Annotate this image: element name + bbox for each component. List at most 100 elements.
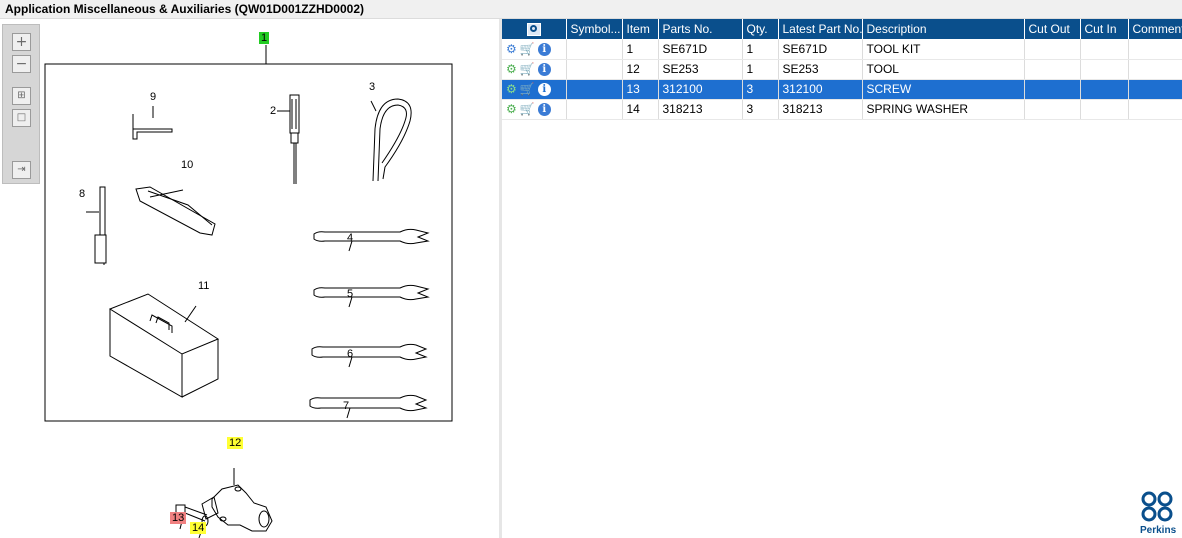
tool-box-drawing <box>108 293 220 398</box>
callout-7[interactable]: 7 <box>341 400 351 412</box>
cart-icon[interactable]: 🛒 <box>520 82 535 96</box>
cell-latest-part-no: 318213 <box>778 99 863 120</box>
spanner-4-drawing <box>313 228 430 252</box>
cell-symbol <box>566 79 623 100</box>
cart-icon[interactable]: 🛒 <box>520 102 535 116</box>
spanner-6-drawing <box>311 343 428 368</box>
cell-cut-in <box>1080 79 1129 100</box>
callout-9[interactable]: 9 <box>148 91 158 103</box>
cell-cut-in <box>1080 39 1129 60</box>
gear-icon[interactable]: ⚙ <box>506 102 517 116</box>
info-icon[interactable]: i <box>537 82 551 96</box>
column-header-latest-part-no[interactable]: Latest Part No. <box>778 19 863 39</box>
cell-item: 13 <box>622 79 659 100</box>
cell-latest-part-no: SE253 <box>778 59 863 80</box>
table-row-selected[interactable]: ⚙ 🛒 i 13 312100 3 312100 SCREW <box>502 79 1182 100</box>
callout-13[interactable]: 13 <box>170 512 187 524</box>
callout-5[interactable]: 5 <box>345 288 355 300</box>
cell-comment <box>1128 59 1182 80</box>
row-actions: ⚙ 🛒 i <box>502 99 567 120</box>
cell-item: 12 <box>622 59 659 80</box>
row-actions: ⚙ 🛒 i <box>502 79 567 100</box>
illustration-pane[interactable]: + − ⊞ □ ⇥ 1 2 3 4 5 6 7 8 9 10 11 12 13 … <box>0 19 499 538</box>
pliers-drawing <box>135 186 216 236</box>
cell-description: TOOL KIT <box>862 39 1025 60</box>
cell-part-no: SE253 <box>658 59 743 80</box>
hook-drawing <box>372 98 412 182</box>
cell-cut-out <box>1024 59 1081 80</box>
column-header-comment[interactable]: Comment <box>1128 19 1182 39</box>
column-header-item[interactable]: Item <box>622 19 659 39</box>
cell-cut-in <box>1080 99 1129 120</box>
column-header-cut-out[interactable]: Cut Out <box>1024 19 1081 39</box>
callout-3[interactable]: 3 <box>367 81 377 93</box>
parts-list-table: Symbol... Item Parts No. Qty. Latest Par… <box>502 19 1182 120</box>
cell-qty: 3 <box>742 99 779 120</box>
cell-description: TOOL <box>862 59 1025 80</box>
cell-comment <box>1128 99 1182 120</box>
column-header-tools[interactable] <box>502 19 567 39</box>
callout-14[interactable]: 14 <box>190 522 207 534</box>
window-titlebar: Application Miscellaneous & Auxiliaries … <box>0 0 1182 19</box>
info-icon[interactable]: i <box>537 102 551 116</box>
table-row[interactable]: ⚙ 🛒 i 1 SE671D 1 SE671D TOOL KIT <box>502 39 1182 60</box>
cell-qty: 1 <box>742 39 779 60</box>
gear-icon[interactable]: ⚙ <box>506 82 517 96</box>
spanner-7-drawing <box>309 394 428 419</box>
column-header-symbol[interactable]: Symbol... <box>566 19 623 39</box>
info-icon[interactable]: i <box>537 62 551 76</box>
cell-latest-part-no: SE671D <box>778 39 863 60</box>
gear-icon[interactable]: ⚙ <box>506 62 517 76</box>
cell-cut-out <box>1024 99 1081 120</box>
cell-comment <box>1128 79 1182 100</box>
cell-cut-out <box>1024 79 1081 100</box>
spanner-vertical-drawing <box>86 186 107 265</box>
callout-12[interactable]: 12 <box>227 437 244 449</box>
perkins-logo: Perkins <box>1138 490 1182 538</box>
brand-name: Perkins <box>1140 525 1177 536</box>
callout-4[interactable]: 4 <box>345 232 355 244</box>
tool-assembly-drawing <box>201 468 273 532</box>
callout-10[interactable]: 10 <box>179 159 195 171</box>
callout-2[interactable]: 2 <box>268 105 278 117</box>
cell-symbol <box>566 59 623 80</box>
info-icon[interactable]: i <box>537 42 551 56</box>
cell-qty: 1 <box>742 59 779 80</box>
cell-description: SCREW <box>862 79 1025 100</box>
screwdriver-drawing <box>277 94 300 184</box>
table-row[interactable]: ⚙ 🛒 i 14 318213 3 318213 SPRING WASHER <box>502 99 1182 120</box>
cell-item: 14 <box>622 99 659 120</box>
cell-cut-out <box>1024 39 1081 60</box>
cart-icon[interactable]: 🛒 <box>520 42 535 56</box>
callout-1[interactable]: 1 <box>259 32 270 44</box>
cell-symbol <box>566 39 623 60</box>
cell-symbol <box>566 99 623 120</box>
cell-item: 1 <box>622 39 659 60</box>
column-header-qty[interactable]: Qty. <box>742 19 779 39</box>
table-header-row: Symbol... Item Parts No. Qty. Latest Par… <box>502 19 1182 39</box>
row-actions: ⚙ 🛒 i <box>502 39 567 60</box>
cell-cut-in <box>1080 59 1129 80</box>
gears-icon[interactable]: ⚙ <box>506 42 517 56</box>
cell-latest-part-no: 312100 <box>778 79 863 100</box>
row-actions: ⚙ 🛒 i <box>502 59 567 80</box>
cell-part-no: 318213 <box>658 99 743 120</box>
window-title: Application Miscellaneous & Auxiliaries … <box>5 2 364 16</box>
perkins-logo-mark <box>1141 491 1173 522</box>
cell-qty: 3 <box>742 79 779 100</box>
column-header-description[interactable]: Description <box>862 19 1025 39</box>
cell-part-no: 312100 <box>658 79 743 100</box>
callout-8[interactable]: 8 <box>77 188 87 200</box>
column-header-parts-no[interactable]: Parts No. <box>658 19 743 39</box>
spanner-5-drawing <box>313 284 430 308</box>
cell-comment <box>1128 39 1182 60</box>
parts-illustration[interactable] <box>0 19 499 538</box>
search-icon[interactable] <box>526 23 541 37</box>
cart-icon[interactable]: 🛒 <box>520 62 535 76</box>
cell-description: SPRING WASHER <box>862 99 1025 120</box>
cell-part-no: SE671D <box>658 39 743 60</box>
column-header-cut-in[interactable]: Cut In <box>1080 19 1129 39</box>
table-row[interactable]: ⚙ 🛒 i 12 SE253 1 SE253 TOOL <box>502 59 1182 80</box>
callout-6[interactable]: 6 <box>345 348 355 360</box>
callout-11[interactable]: 11 <box>196 280 211 292</box>
